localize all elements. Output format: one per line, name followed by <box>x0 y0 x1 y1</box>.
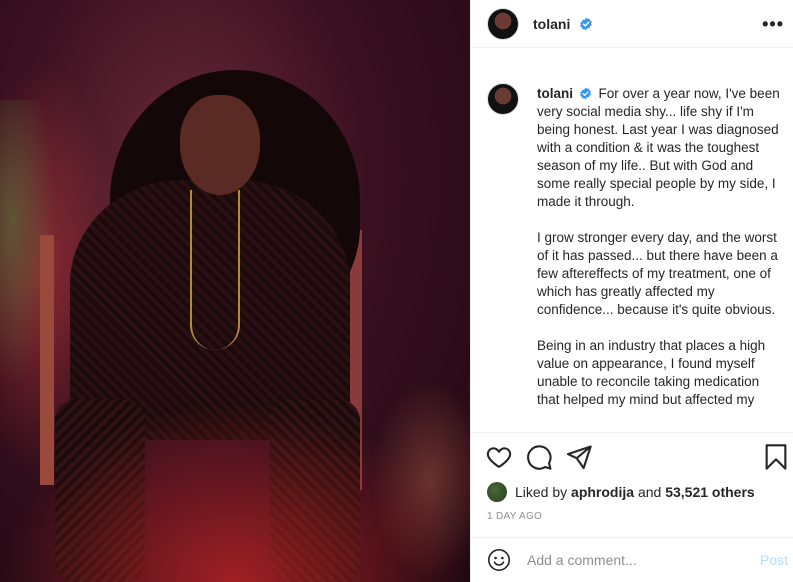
more-options-button[interactable]: ••• <box>762 14 784 35</box>
floor-glow <box>0 402 470 582</box>
liker-username[interactable]: aphrodija <box>571 484 634 500</box>
verified-badge-icon <box>579 87 591 100</box>
likes-summary: Liked by aphrodija and 53,521 others <box>487 482 755 502</box>
bookmark-icon[interactable] <box>762 443 790 471</box>
comment-input[interactable] <box>527 552 747 568</box>
subject-face <box>180 95 260 195</box>
caption-paragraph-1: For over a year now, I've been very soci… <box>537 86 780 209</box>
heart-icon[interactable] <box>485 443 513 471</box>
post-photo[interactable] <box>0 0 470 582</box>
caption-paragraph: tolani For over a year now, I've been ve… <box>537 85 782 211</box>
header-username-text[interactable]: tolani <box>533 16 570 32</box>
caption-username[interactable]: tolani <box>537 86 573 101</box>
emoji-icon[interactable] <box>487 548 511 572</box>
paper-plane-icon[interactable] <box>565 443 593 471</box>
subject-necklace <box>190 190 240 350</box>
verified-badge-icon <box>580 17 593 30</box>
likes-middle: and <box>637 484 662 500</box>
liker-avatar[interactable] <box>487 482 507 502</box>
likes-count[interactable]: 53,521 others <box>665 484 755 500</box>
caption-text: tolani For over a year now, I've been ve… <box>537 85 782 427</box>
caption-paragraph-2: I grow stronger every day, and the worst… <box>537 230 778 317</box>
post-button[interactable]: Post <box>760 552 788 568</box>
post-panel: tolani ••• tolani For over a year now, I… <box>470 0 793 582</box>
caption-avatar[interactable] <box>487 83 519 115</box>
caption-paragraph-3: Being in an industry that places a high … <box>537 338 766 407</box>
post-timestamp[interactable]: 1 DAY AGO <box>487 511 542 522</box>
likes-prefix: Liked by <box>515 484 568 500</box>
caption-section: tolani For over a year now, I've been ve… <box>471 65 793 430</box>
header-username[interactable]: tolani <box>533 16 593 32</box>
comment-icon[interactable] <box>525 443 553 471</box>
avatar[interactable] <box>487 7 519 40</box>
post-header: tolani ••• <box>471 0 793 48</box>
action-bar <box>471 432 793 482</box>
comment-bar: Post <box>471 537 793 582</box>
